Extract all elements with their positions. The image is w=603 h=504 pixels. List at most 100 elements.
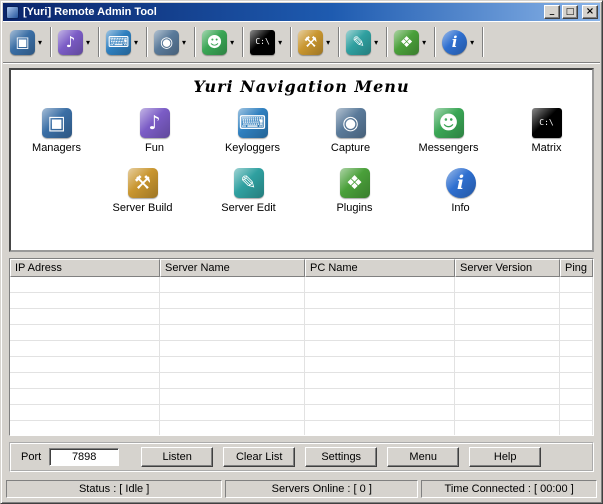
list-cell bbox=[560, 421, 593, 435]
list-cell bbox=[560, 405, 593, 420]
list-cell bbox=[455, 277, 560, 292]
button-row: Listen Clear List Settings Menu Help bbox=[141, 447, 541, 467]
list-cell bbox=[160, 373, 305, 388]
toolbar-fun-button[interactable]: ♪▾ bbox=[56, 28, 94, 57]
app-window: [Yuri] Remote Admin Tool _ □ × ▣▾♪▾⌨▾◉▾☻… bbox=[0, 0, 603, 504]
dropdown-arrow-icon[interactable]: ▾ bbox=[38, 38, 42, 47]
column-header-ip-adress[interactable]: IP Adress bbox=[10, 259, 160, 277]
list-cell bbox=[160, 309, 305, 324]
dropdown-arrow-icon[interactable]: ▾ bbox=[422, 38, 426, 47]
close-button[interactable]: × bbox=[582, 5, 598, 19]
list-cell bbox=[305, 309, 455, 324]
menu-button[interactable]: Menu bbox=[387, 447, 459, 467]
list-cell bbox=[10, 357, 160, 372]
dropdown-arrow-icon[interactable]: ▾ bbox=[278, 38, 282, 47]
nav-item-messengers[interactable]: ☻Messengers bbox=[413, 108, 485, 154]
fun-icon: ♪ bbox=[58, 30, 83, 55]
toolbar-server-edit-button[interactable]: ✎▾ bbox=[344, 28, 382, 57]
list-cell bbox=[10, 421, 160, 435]
dropdown-arrow-icon[interactable]: ▾ bbox=[374, 38, 378, 47]
plugins-icon: ❖ bbox=[394, 30, 419, 55]
toolbar-info-button[interactable]: i▾ bbox=[440, 28, 478, 57]
nav-item-matrix[interactable]: C:\Matrix bbox=[511, 108, 583, 154]
nav-item-plugins[interactable]: ❖ Plugins bbox=[319, 168, 391, 214]
toolbar-keyloggers-button[interactable]: ⌨▾ bbox=[104, 28, 142, 57]
fun-icon: ♪ bbox=[140, 108, 170, 138]
list-cell bbox=[305, 389, 455, 404]
list-cell bbox=[305, 373, 455, 388]
column-header-server-version[interactable]: Server Version bbox=[455, 259, 560, 277]
list-row[interactable] bbox=[10, 421, 593, 435]
port-input[interactable] bbox=[49, 448, 119, 466]
nav-item-server-edit[interactable]: ✎ Server Edit bbox=[213, 168, 285, 214]
keyloggers-icon: ⌨ bbox=[106, 30, 131, 55]
list-cell bbox=[10, 389, 160, 404]
capture-icon: ◉ bbox=[154, 30, 179, 55]
toolbar-messengers-button[interactable]: ☻▾ bbox=[200, 28, 238, 57]
plugins-icon: ❖ bbox=[340, 168, 370, 198]
dropdown-arrow-icon[interactable]: ▾ bbox=[182, 38, 186, 47]
list-cell bbox=[160, 421, 305, 435]
list-row[interactable] bbox=[10, 277, 593, 293]
messengers-icon: ☻ bbox=[202, 30, 227, 55]
maximize-button[interactable]: □ bbox=[562, 5, 578, 19]
list-cell bbox=[10, 309, 160, 324]
list-row[interactable] bbox=[10, 405, 593, 421]
dropdown-arrow-icon[interactable]: ▾ bbox=[326, 38, 330, 47]
column-header-ping[interactable]: Ping bbox=[560, 259, 593, 277]
title-bar[interactable]: [Yuri] Remote Admin Tool _ □ × bbox=[3, 3, 600, 21]
nav-item-label: Plugins bbox=[336, 202, 372, 214]
settings-button[interactable]: Settings bbox=[305, 447, 377, 467]
list-row[interactable] bbox=[10, 357, 593, 373]
nav-item-label: Info bbox=[451, 202, 469, 214]
column-header-pc-name[interactable]: PC Name bbox=[305, 259, 455, 277]
column-header-server-name[interactable]: Server Name bbox=[160, 259, 305, 277]
minimize-button[interactable]: _ bbox=[544, 5, 560, 19]
dropdown-arrow-icon[interactable]: ▾ bbox=[470, 38, 474, 47]
toolbar-managers-button[interactable]: ▣▾ bbox=[8, 28, 46, 57]
nav-item-capture[interactable]: ◉Capture bbox=[315, 108, 387, 154]
list-row[interactable] bbox=[10, 341, 593, 357]
toolbar-plugins-button[interactable]: ❖▾ bbox=[392, 28, 430, 57]
list-cell bbox=[10, 277, 160, 292]
nav-item-fun[interactable]: ♪Fun bbox=[119, 108, 191, 154]
list-cell bbox=[455, 373, 560, 388]
nav-item-label: Server Edit bbox=[221, 202, 275, 214]
dropdown-arrow-icon[interactable]: ▾ bbox=[230, 38, 234, 47]
info-icon: i bbox=[446, 168, 476, 198]
toolbar-matrix-button[interactable]: C:\▾ bbox=[248, 28, 286, 57]
dropdown-arrow-icon[interactable]: ▾ bbox=[134, 38, 138, 47]
list-row[interactable] bbox=[10, 373, 593, 389]
navigation-panel: Yuri Navigation Menu ▣Managers♪Fun⌨Keylo… bbox=[9, 68, 594, 252]
clear-list-button[interactable]: Clear List bbox=[223, 447, 295, 467]
nav-item-keyloggers[interactable]: ⌨Keyloggers bbox=[217, 108, 289, 154]
app-icon[interactable] bbox=[6, 6, 19, 19]
managers-icon: ▣ bbox=[10, 30, 35, 55]
toolbar-server-build-button[interactable]: ⚒▾ bbox=[296, 28, 334, 57]
nav-item-label: Matrix bbox=[532, 142, 562, 154]
server-edit-icon: ✎ bbox=[234, 168, 264, 198]
help-button[interactable]: Help bbox=[469, 447, 541, 467]
list-body[interactable] bbox=[10, 277, 593, 435]
list-row[interactable] bbox=[10, 325, 593, 341]
toolbar-separator bbox=[50, 27, 52, 57]
list-row[interactable] bbox=[10, 293, 593, 309]
list-row[interactable] bbox=[10, 389, 593, 405]
listen-button[interactable]: Listen bbox=[141, 447, 213, 467]
control-panel: Port Listen Clear List Settings Menu Help bbox=[9, 442, 594, 472]
list-row[interactable] bbox=[10, 309, 593, 325]
nav-item-server-build[interactable]: ⚒ Server Build bbox=[107, 168, 179, 214]
list-cell bbox=[160, 325, 305, 340]
list-header: IP AdressServer NamePC NameServer Versio… bbox=[10, 259, 593, 277]
nav-item-info[interactable]: i Info bbox=[425, 168, 497, 214]
toolbar-separator bbox=[194, 27, 196, 57]
dropdown-arrow-icon[interactable]: ▾ bbox=[86, 38, 90, 47]
server-build-icon: ⚒ bbox=[128, 168, 158, 198]
port-label: Port bbox=[21, 451, 41, 463]
nav-item-managers[interactable]: ▣Managers bbox=[21, 108, 93, 154]
list-cell bbox=[560, 325, 593, 340]
list-cell bbox=[305, 341, 455, 356]
toolbar-capture-button[interactable]: ◉▾ bbox=[152, 28, 190, 57]
list-cell bbox=[560, 309, 593, 324]
nav-item-label: Server Build bbox=[113, 202, 173, 214]
